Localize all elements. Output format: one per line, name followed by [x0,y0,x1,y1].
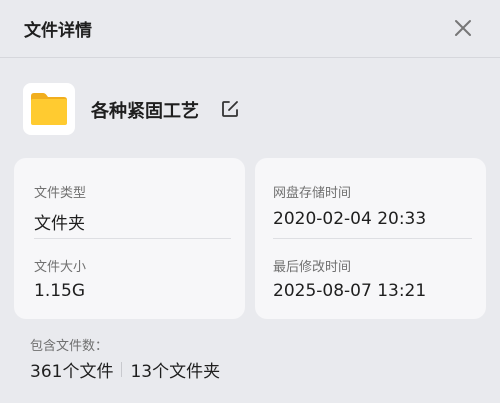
file-type-value: 文件夹 [34,214,85,234]
card-divider [34,238,231,239]
dialog-header: 文件详情 [0,0,500,58]
close-icon[interactable] [452,17,474,39]
count-divider [121,361,123,377]
file-count: 361个文件 [30,361,114,382]
folder-count: 13个文件夹 [130,361,221,382]
file-size-value: 1.15G [34,281,86,301]
file-name: 各种紧固工艺 [91,101,199,122]
folder-icon [31,93,67,125]
contents-count: 361个文件 13个文件夹 [30,358,221,382]
stored-time-label: 网盘存储时间 [273,186,352,201]
card-divider [273,238,472,239]
file-summary: 各种紧固工艺 [23,83,483,135]
stored-time-value: 2020-02-04 20:33 [273,209,427,229]
contents-count-label: 包含文件数： [30,339,109,354]
file-type-label: 文件类型 [34,186,87,201]
info-card-basic: 文件类型 文件夹 文件大小 1.15G [14,158,245,319]
modified-time-value: 2025-08-07 13:21 [273,281,427,301]
file-size-label: 文件大小 [34,260,87,275]
dialog-title: 文件详情 [24,21,92,41]
modified-time-label: 最后修改时间 [273,260,352,275]
folder-thumbnail [23,83,75,135]
edit-icon[interactable] [220,99,240,119]
info-card-time: 网盘存储时间 2020-02-04 20:33 最后修改时间 2025-08-0… [255,158,486,319]
